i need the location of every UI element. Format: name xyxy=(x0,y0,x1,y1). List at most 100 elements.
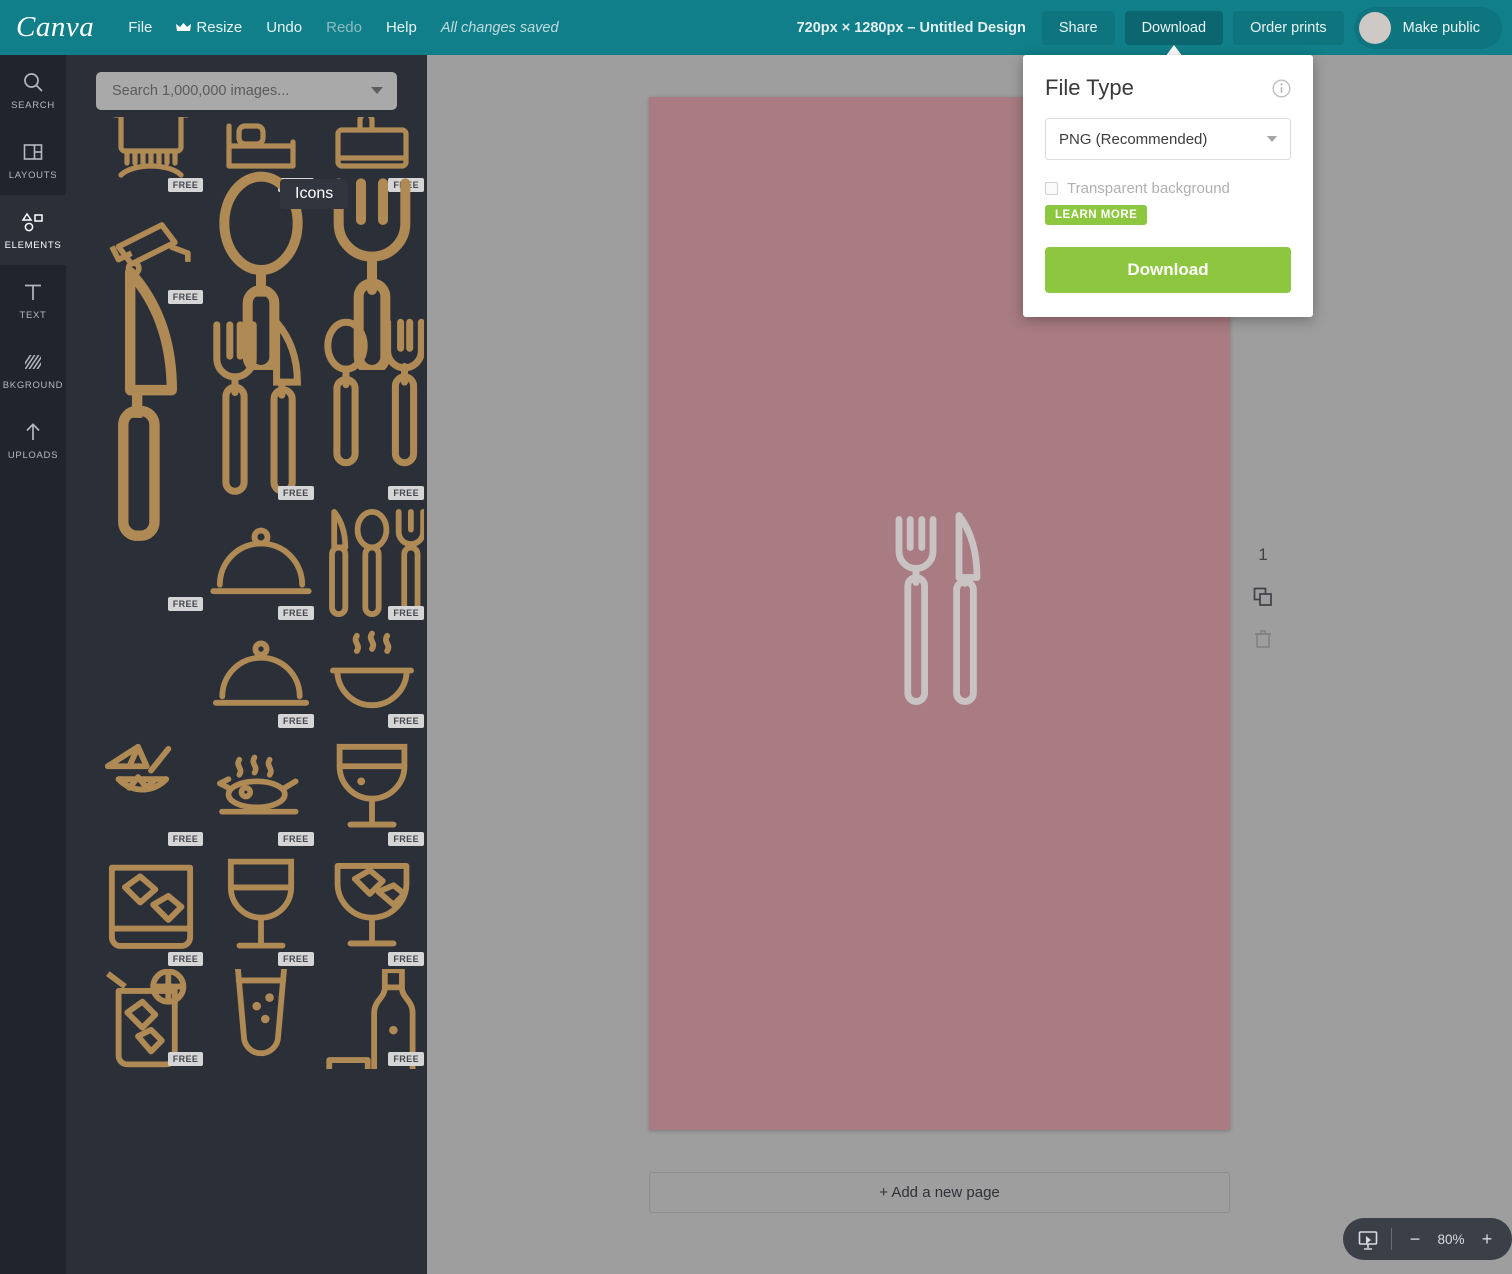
element-spoon-fork-pair[interactable]: FREE xyxy=(317,307,427,503)
avatar xyxy=(1358,11,1391,44)
sidebar-item-uploads[interactable]: UPLOADS xyxy=(0,405,66,475)
element-grill[interactable]: FREE xyxy=(96,117,206,195)
menu-redo[interactable]: Redo xyxy=(314,13,374,42)
document-title: 720px × 1280px – Untitled Design xyxy=(796,19,1026,36)
status-badge: FREE xyxy=(278,486,314,500)
order-prints-button[interactable]: Order prints xyxy=(1233,10,1344,45)
table-row: FREE FREE xyxy=(96,623,427,731)
element-fork-knife-pair[interactable]: FREE xyxy=(206,307,316,503)
status-badge: FREE xyxy=(388,714,424,728)
page-controls: 1 xyxy=(1239,545,1287,649)
layouts-icon xyxy=(22,139,44,165)
canva-editor: Canva File Resize Undo Redo Help All cha… xyxy=(0,0,1512,1274)
status-badge: FREE xyxy=(167,597,204,611)
search-input[interactable] xyxy=(96,72,397,110)
sidebar-item-label: LAYOUTS xyxy=(8,170,58,181)
status-badge: FREE xyxy=(278,714,314,728)
elements-panel: FREE FREE FREE FREE xyxy=(66,55,427,1274)
info-icon[interactable] xyxy=(1272,78,1291,98)
element-cloche-round[interactable]: FREE xyxy=(206,623,316,731)
element-whiskey-glass[interactable]: FREE xyxy=(96,849,206,969)
save-status-label: All changes saved xyxy=(440,19,559,36)
element-cutlery-set[interactable]: FREE xyxy=(317,503,427,623)
canva-logo[interactable]: Canva xyxy=(16,11,94,44)
sidebar-item-label: ELEMENTS xyxy=(4,240,62,251)
fork-and-knife-icon[interactable] xyxy=(891,511,989,716)
chevron-down-icon[interactable] xyxy=(371,87,383,94)
menu-undo[interactable]: Undo xyxy=(254,13,314,42)
zoom-control: − 80% + xyxy=(1343,1218,1512,1260)
table-row: FREE FREE FREE xyxy=(96,503,427,623)
status-badge: FREE xyxy=(167,952,204,966)
table-row: FREE FREE FREE xyxy=(96,849,427,969)
elements-icon xyxy=(21,209,45,235)
learn-more-button[interactable]: LEARN MORE xyxy=(1045,205,1148,225)
element-fork-big[interactable] xyxy=(317,178,427,370)
share-button[interactable]: Share xyxy=(1041,10,1115,45)
text-icon xyxy=(22,279,44,305)
element-wine-glass[interactable]: FREE xyxy=(317,731,427,849)
menu-undo-label: Undo xyxy=(266,19,303,36)
trash-icon[interactable] xyxy=(1254,629,1272,649)
element-wine-bottle[interactable]: FREE xyxy=(317,969,427,1069)
chevron-down-icon xyxy=(1267,136,1277,142)
divider xyxy=(1391,1228,1392,1250)
popover-title: File Type xyxy=(1045,75,1134,100)
element-roast-chicken[interactable]: FREE xyxy=(206,731,316,849)
category-chip: Icons xyxy=(280,179,349,209)
top-toolbar-right: 720px × 1280px – Untitled Design Share D… xyxy=(796,6,1502,57)
zoom-out-button[interactable]: − xyxy=(1404,1229,1426,1250)
menu-resize[interactable]: Resize xyxy=(164,13,254,43)
element-icon-grid: FREE FREE FREE FREE FREE FREE FREE FREE … xyxy=(66,117,427,1069)
menu-help-label: Help xyxy=(385,19,417,36)
transparent-background-label: Transparent background xyxy=(1067,180,1230,197)
zoom-in-button[interactable]: + xyxy=(1476,1229,1498,1250)
status-badge: FREE xyxy=(167,178,204,192)
element-iced-cocktail[interactable]: FREE xyxy=(96,969,206,1069)
download-button[interactable]: Download xyxy=(1124,10,1224,57)
sidebar-item-elements[interactable]: ELEMENTS xyxy=(0,195,66,265)
sidebar-item-text[interactable]: TEXT xyxy=(0,265,66,335)
present-icon[interactable] xyxy=(1357,1228,1379,1250)
element-cloche-tray[interactable] xyxy=(96,623,206,731)
menu-help[interactable]: Help xyxy=(374,13,429,42)
element-champagne-glass[interactable] xyxy=(206,969,316,1069)
table-row: FREE FREE FREE xyxy=(96,731,427,849)
sidebar-item-search[interactable]: SEARCH xyxy=(0,55,66,125)
element-knife-tall[interactable]: FREE xyxy=(96,503,206,623)
menu-file[interactable]: File xyxy=(116,13,164,42)
element-coconut-drink[interactable]: FREE xyxy=(96,731,206,849)
canvas-workspace[interactable]: 1 + Add a new page − 80% + xyxy=(427,55,1512,1274)
element-steam-bowl[interactable]: FREE xyxy=(317,623,427,731)
file-type-select[interactable]: PNG (Recommended) xyxy=(1045,118,1291,160)
transparent-background-row[interactable]: Transparent background xyxy=(1045,180,1291,197)
transparent-background-checkbox[interactable] xyxy=(1045,182,1058,195)
sidebar-item-layouts[interactable]: LAYOUTS xyxy=(0,125,66,195)
element-wine-glass-full[interactable]: FREE xyxy=(206,849,316,969)
left-sidebar: SEARCH LAYOUTS ELEMENTS TEXT BKGROUND UP… xyxy=(0,55,66,1274)
status-badge: FREE xyxy=(167,832,204,846)
add-new-page-button[interactable]: + Add a new page xyxy=(649,1172,1230,1213)
sidebar-item-background[interactable]: BKGROUND xyxy=(0,335,66,405)
element-spoon-big[interactable] xyxy=(206,171,316,370)
sidebar-item-label: BKGROUND xyxy=(2,380,64,391)
download-confirm-button[interactable]: Download xyxy=(1045,247,1291,293)
status-badge: FREE xyxy=(388,952,424,966)
menu-redo-label: Redo xyxy=(326,19,362,36)
sidebar-item-label: SEARCH xyxy=(11,100,55,111)
status-badge: FREE xyxy=(388,1052,424,1066)
status-badge: FREE xyxy=(388,832,424,846)
save-status: All changes saved xyxy=(429,14,571,42)
element-knife-large[interactable]: FREE xyxy=(66,267,206,669)
duplicate-page-icon[interactable] xyxy=(1253,587,1273,607)
status-badge: FREE xyxy=(388,606,424,620)
status-badge: FREE xyxy=(278,606,314,620)
element-brandy-glass[interactable]: FREE xyxy=(317,849,427,969)
sidebar-item-label: UPLOADS xyxy=(7,450,59,461)
page-number: 1 xyxy=(1258,545,1268,564)
element-cloche-dome[interactable]: FREE xyxy=(206,503,316,623)
uploads-icon xyxy=(22,419,44,445)
table-row: FREE FREE FREE xyxy=(66,267,427,669)
make-public-button[interactable]: Make public xyxy=(1353,6,1502,49)
popover-header: File Type xyxy=(1045,75,1291,101)
